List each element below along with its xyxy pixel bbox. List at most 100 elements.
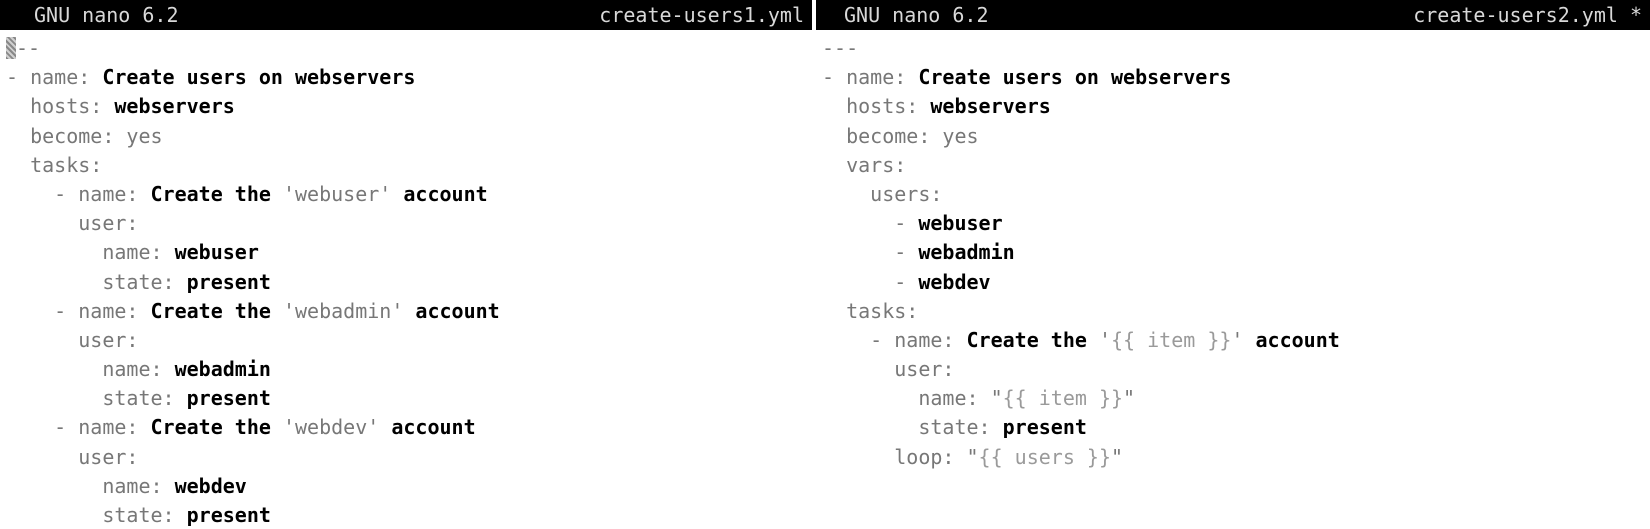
code-token: tasks: (6, 152, 103, 177)
code-line[interactable]: state: present (6, 501, 812, 529)
text-editor[interactable]: -- - name: Create users on webservers hos… (0, 30, 812, 529)
code-line[interactable]: name: "{{ item }}" (822, 384, 1650, 413)
title-bar: GNU nano 6.2 create-users1.yml (0, 0, 812, 30)
code-token: Create the (966, 327, 1099, 352)
code-token: present (186, 503, 271, 527)
code-token: - (822, 211, 919, 236)
code-token: user: (6, 444, 139, 469)
code-line[interactable]: - webadmin (822, 238, 1650, 267)
code-line[interactable]: - name: Create the 'webuser' account (6, 180, 812, 209)
code-line[interactable]: user: (6, 443, 812, 472)
text-editor[interactable]: --- - name: Create users on webservers ho… (816, 30, 1650, 472)
code-token: tasks: (822, 298, 919, 323)
code-line[interactable]: hosts: webservers (822, 92, 1650, 121)
code-token: --- (822, 36, 859, 60)
code-line[interactable]: become: yes (6, 122, 812, 151)
code-token: user: (6, 211, 139, 236)
code-token: webadmin (918, 240, 1015, 265)
code-token: state: (6, 269, 187, 294)
code-token: - name: (6, 65, 103, 90)
code-token: Create the (150, 298, 283, 323)
code-token: state: (822, 415, 1003, 440)
code-line[interactable]: tasks: (6, 151, 812, 180)
code-token: - name: (822, 327, 967, 352)
code-line[interactable]: tasks: (822, 297, 1650, 326)
code-line[interactable]: - webdev (822, 268, 1650, 297)
code-token: vars: (822, 152, 907, 177)
code-token: account (391, 181, 488, 206)
code-token: webdev (174, 473, 247, 498)
code-line[interactable]: name: webdev (6, 472, 812, 501)
code-token: become: yes (6, 123, 163, 148)
code-token: Create users on webservers (102, 65, 416, 90)
code-token: become: yes (822, 123, 979, 148)
code-token: webservers (114, 94, 235, 119)
code-token: 'webuser' (282, 181, 392, 206)
code-token: users: (822, 181, 943, 206)
code-line[interactable]: user: (822, 355, 1650, 384)
code-token: " (1111, 444, 1124, 469)
code-line[interactable]: - name: Create the 'webadmin' account (6, 297, 812, 326)
code-line[interactable]: state: present (6, 268, 812, 297)
code-token: 'webdev' (282, 415, 380, 440)
code-token: - (822, 240, 919, 265)
code-line[interactable]: -- (6, 34, 812, 63)
app-version: GNU nano 6.2 (34, 3, 179, 27)
code-line[interactable]: - name: Create the '{{ item }}' account (822, 326, 1650, 355)
code-line[interactable]: user: (6, 326, 812, 355)
code-token: Create the (150, 181, 283, 206)
code-line[interactable]: --- (822, 34, 1650, 63)
code-line[interactable]: - name: Create users on webservers (6, 63, 812, 92)
code-line[interactable]: loop: "{{ users }}" (822, 443, 1650, 472)
code-line[interactable]: become: yes (822, 122, 1650, 151)
code-line[interactable]: name: webadmin (6, 355, 812, 384)
code-token: Create users on webservers (918, 65, 1232, 90)
code-token: name: (6, 473, 175, 498)
code-token: hosts: (822, 94, 931, 119)
code-token: account (403, 298, 500, 323)
code-token: 'webadmin' (282, 298, 404, 323)
code-token: webuser (174, 240, 259, 265)
code-token: state: (6, 386, 187, 411)
code-line[interactable]: vars: (822, 151, 1650, 180)
title-bar: GNU nano 6.2 create-users2.yml * (816, 0, 1650, 30)
text-cursor (6, 37, 16, 59)
code-token: name: (6, 240, 175, 265)
code-token: webadmin (174, 357, 271, 382)
code-line[interactable]: - name: Create users on webservers (822, 63, 1650, 92)
code-token: " (1123, 386, 1136, 411)
code-token: ' (1231, 327, 1244, 352)
code-line[interactable]: name: webuser (6, 238, 812, 267)
code-token: webservers (930, 94, 1051, 119)
code-token: ' (1098, 327, 1111, 352)
code-token: Create the (150, 415, 283, 440)
code-token: - name: (822, 65, 919, 90)
code-line[interactable]: - name: Create the 'webdev' account (6, 413, 812, 442)
code-token: account (379, 415, 476, 440)
code-token: {{ item }} (1002, 386, 1124, 411)
code-token: - name: (6, 415, 151, 440)
code-token: loop: " (822, 444, 979, 469)
code-token: - (822, 269, 919, 294)
code-line[interactable]: users: (822, 180, 1650, 209)
code-token: - name: (6, 181, 151, 206)
code-token: {{ users }} (978, 444, 1111, 469)
code-token: webdev (918, 269, 991, 294)
code-line[interactable]: state: present (822, 413, 1650, 442)
code-token: account (1243, 327, 1340, 352)
code-line[interactable]: - webuser (822, 209, 1650, 238)
editor-pane-left[interactable]: GNU nano 6.2 create-users1.yml -- - name:… (0, 0, 812, 529)
code-token: present (186, 386, 271, 411)
code-token: webuser (918, 211, 1003, 236)
code-line[interactable]: state: present (6, 384, 812, 413)
code-token: name: " (822, 386, 1003, 411)
code-token: - name: (6, 298, 151, 323)
code-token: {{ item }} (1111, 327, 1232, 352)
code-line[interactable]: hosts: webservers (6, 92, 812, 121)
code-line[interactable]: user: (6, 209, 812, 238)
code-token: -- (16, 36, 41, 60)
editor-pane-right[interactable]: GNU nano 6.2 create-users2.yml * --- - na… (816, 0, 1650, 529)
file-name: create-users2.yml * (1413, 3, 1642, 27)
code-token: name: (6, 357, 175, 382)
file-name: create-users1.yml (599, 3, 804, 27)
